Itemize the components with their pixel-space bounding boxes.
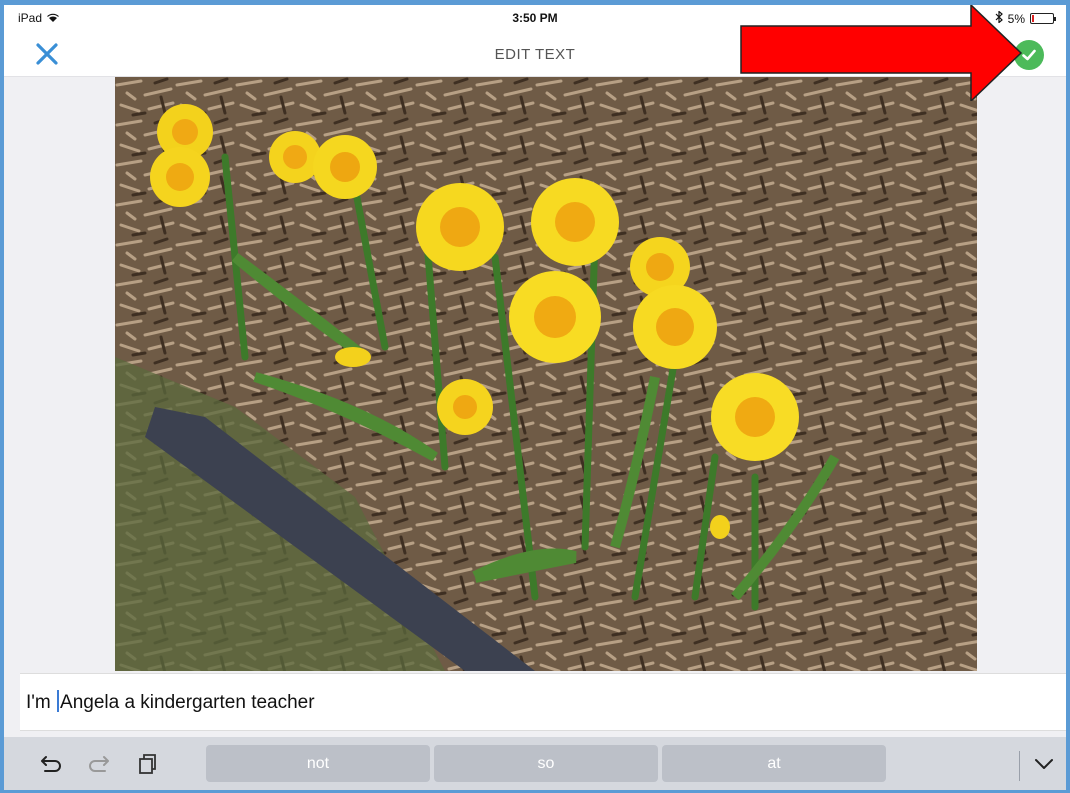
text-cursor xyxy=(57,690,60,712)
text-before-cursor: I'm xyxy=(26,692,57,713)
keyboard-shortcut-bar: not so at xyxy=(4,737,1066,790)
keyboard-divider xyxy=(1019,751,1020,781)
suggestion-2[interactable]: so xyxy=(434,745,658,782)
red-arrow-annotation xyxy=(740,5,1023,101)
dismiss-keyboard-button[interactable] xyxy=(1031,751,1057,777)
text-content: I'm Angela a kindergarten teacher xyxy=(26,690,315,714)
undo-icon xyxy=(41,756,61,772)
screenshot-frame: iPad 3:50 PM 5% EDIT TEXT I'm Angela a k… xyxy=(0,0,1070,793)
dismiss-keyboard-icon xyxy=(1035,759,1053,769)
ipad-screen: iPad 3:50 PM 5% EDIT TEXT I'm Angela a k… xyxy=(4,5,1066,790)
undo-button[interactable] xyxy=(38,751,64,777)
edit-text-field[interactable]: I'm Angela a kindergarten teacher xyxy=(20,673,1066,731)
paste-button[interactable] xyxy=(134,751,160,777)
suggestion-3[interactable]: at xyxy=(662,745,886,782)
daffodil-photo xyxy=(115,77,977,671)
redo-button[interactable] xyxy=(86,751,112,777)
suggestion-1[interactable]: not xyxy=(206,745,430,782)
text-after-cursor: Angela a kindergarten teacher xyxy=(60,692,315,713)
paste-icon xyxy=(139,754,156,774)
redo-icon xyxy=(89,756,109,772)
